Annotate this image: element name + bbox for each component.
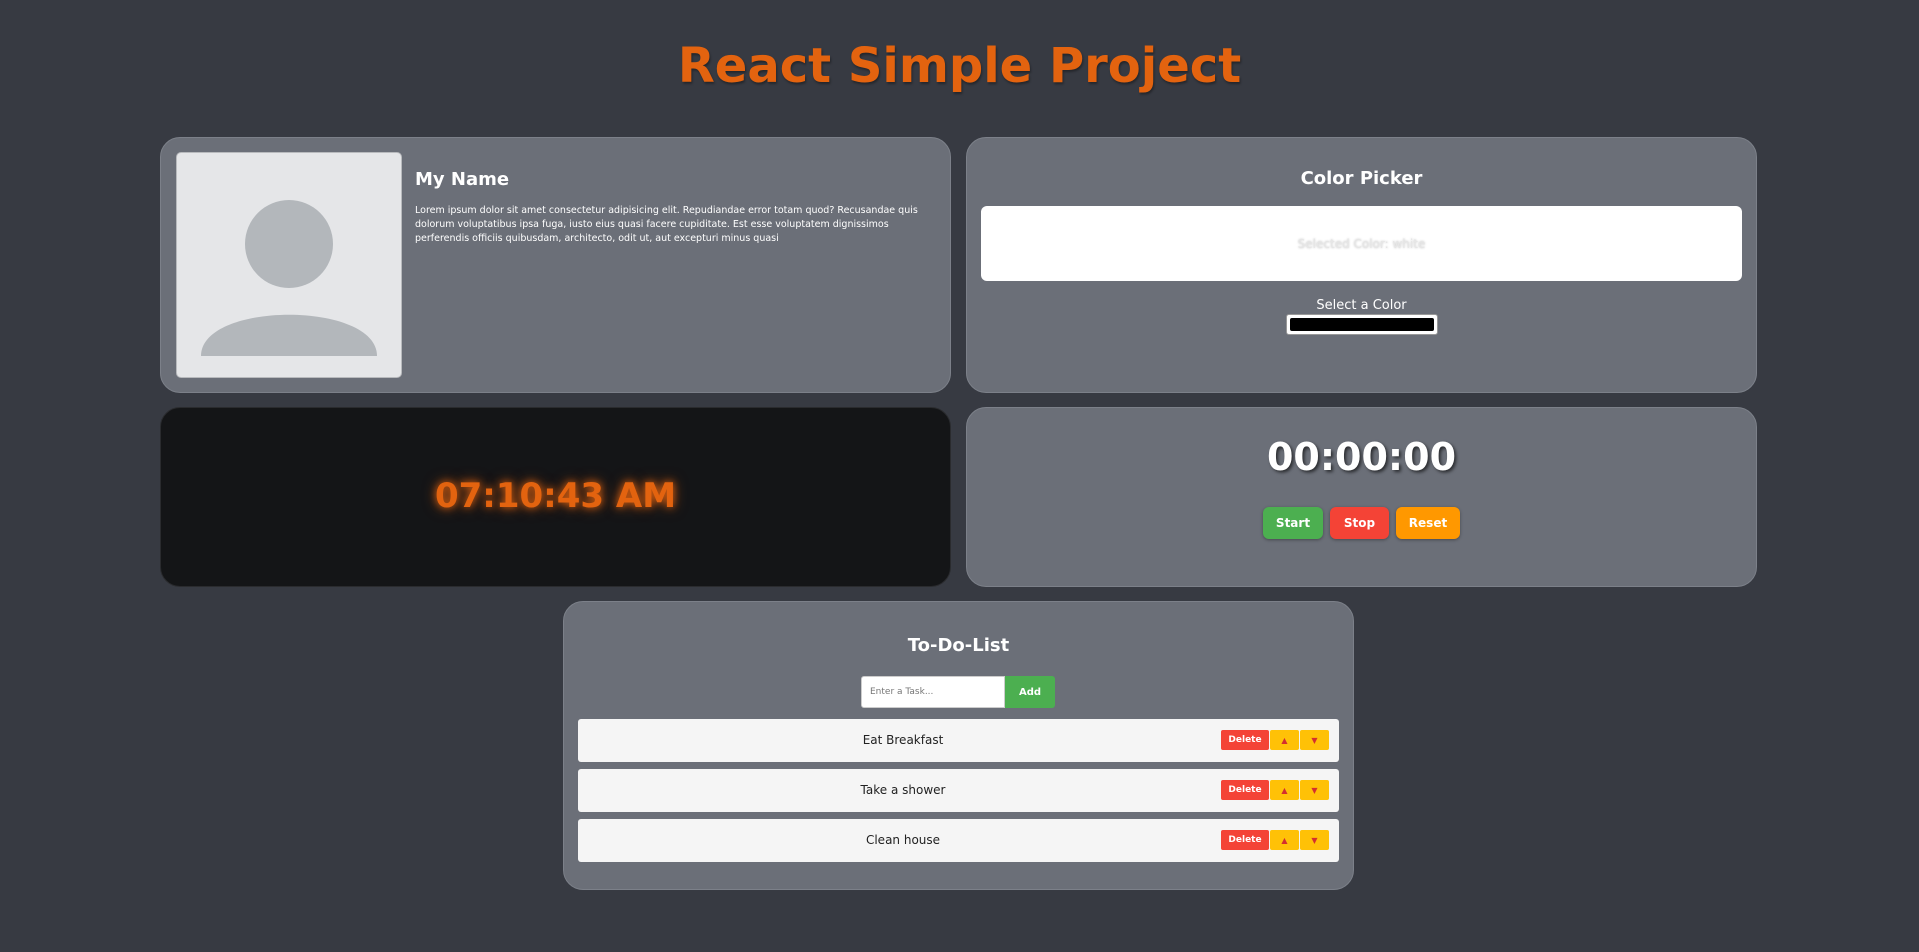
- todo-list: Eat Breakfast Delete ▲ ▼ Take a shower D…: [578, 719, 1339, 869]
- todo-item: Clean house Delete ▲ ▼: [578, 819, 1339, 862]
- todo-item-actions: Delete ▲ ▼: [1221, 730, 1329, 750]
- clock-time: 07:10:43 AM: [434, 476, 677, 516]
- task-input[interactable]: [861, 676, 1005, 708]
- color-picker-title: Color Picker: [1300, 168, 1423, 189]
- select-color-label: Select a Color: [1316, 298, 1407, 313]
- stopwatch-controls: Start Stop Reset: [967, 507, 1756, 539]
- move-down-button[interactable]: ▼: [1300, 830, 1329, 850]
- start-button[interactable]: Start: [1263, 507, 1323, 539]
- delete-button[interactable]: Delete: [1221, 730, 1269, 750]
- profile-name: My Name: [415, 169, 510, 190]
- todo-card: To-Do-List Add Eat Breakfast Delete ▲ ▼ …: [563, 601, 1354, 890]
- delete-button[interactable]: Delete: [1221, 830, 1269, 850]
- todo-item-text: Eat Breakfast: [862, 733, 944, 747]
- user-silhouette-icon: [201, 200, 377, 356]
- color-input[interactable]: [1286, 314, 1438, 335]
- stopwatch-time: 00:00:00: [1266, 435, 1457, 479]
- profile-bio: Lorem ipsum dolor sit amet consectetur a…: [415, 205, 918, 244]
- move-up-button[interactable]: ▲: [1270, 780, 1299, 800]
- add-task-button[interactable]: Add: [1005, 676, 1055, 708]
- profile-card: My Name Lorem ipsum dolor sit amet conse…: [160, 137, 951, 393]
- todo-title: To-Do-List: [907, 635, 1010, 656]
- move-down-button[interactable]: ▼: [1300, 730, 1329, 750]
- color-picker-card: Color Picker Selected Color: white Selec…: [966, 137, 1757, 393]
- todo-item-actions: Delete ▲ ▼: [1221, 780, 1329, 800]
- move-up-button[interactable]: ▲: [1270, 830, 1299, 850]
- move-down-button[interactable]: ▼: [1300, 780, 1329, 800]
- todo-item: Take a shower Delete ▲ ▼: [578, 769, 1339, 812]
- todo-item-actions: Delete ▲ ▼: [1221, 830, 1329, 850]
- todo-item-text: Take a shower: [860, 783, 946, 797]
- stopwatch-card: 00:00:00 Start Stop Reset: [966, 407, 1757, 587]
- digital-clock-card: 07:10:43 AM: [160, 407, 951, 587]
- color-swatch[interactable]: [1290, 318, 1434, 331]
- selected-color-text: Selected Color: white: [1297, 236, 1426, 251]
- stop-button[interactable]: Stop: [1330, 507, 1389, 539]
- todo-item-text: Clean house: [865, 833, 941, 847]
- delete-button[interactable]: Delete: [1221, 780, 1269, 800]
- todo-item: Eat Breakfast Delete ▲ ▼: [578, 719, 1339, 762]
- selected-color-display: Selected Color: white: [981, 206, 1742, 281]
- move-up-button[interactable]: ▲: [1270, 730, 1299, 750]
- page: React Simple Project My Name Lorem ipsum…: [0, 0, 1919, 952]
- reset-button[interactable]: Reset: [1396, 507, 1460, 539]
- page-title: React Simple Project: [677, 38, 1242, 94]
- avatar: [176, 152, 402, 378]
